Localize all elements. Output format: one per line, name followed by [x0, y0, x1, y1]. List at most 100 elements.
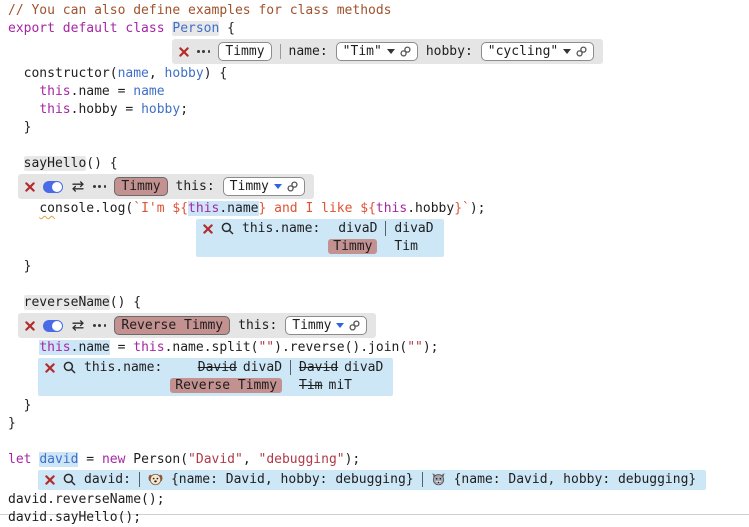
example-button-label: Timmy — [121, 179, 160, 194]
code-token: hobby — [141, 102, 180, 117]
run1-value: {name: David, hobby: debugging} — [171, 472, 414, 487]
code-token: }` — [454, 201, 470, 216]
code-token: constructor( — [8, 66, 118, 81]
more-options-icon[interactable] — [93, 185, 106, 188]
old-value: David — [198, 360, 237, 375]
code-token: ${ — [172, 201, 188, 216]
magnifier-icon[interactable] — [63, 473, 76, 486]
link-icon[interactable] — [349, 320, 360, 331]
code-line: } — [8, 397, 749, 415]
code-token: "David" — [188, 452, 243, 467]
reversename-value-tooltip: this.name: David divaD David divaD Rever… — [38, 358, 393, 396]
run-separator — [139, 472, 140, 487]
reversename-example-widget: Reverse Timmy this: Timmy — [18, 313, 376, 338]
more-options-icon[interactable] — [93, 324, 106, 327]
close-icon[interactable] — [203, 224, 213, 234]
run-separator — [385, 221, 386, 236]
code-line — [8, 276, 749, 294]
expression-label: this.name: — [84, 360, 162, 375]
enabled-toggle[interactable] — [43, 320, 63, 332]
code-token: { — [219, 21, 235, 36]
swap-arrows-icon[interactable] — [71, 320, 85, 331]
link-icon[interactable] — [576, 46, 587, 57]
hobby-param-label: hobby: — [426, 44, 473, 59]
this-value-dropdown[interactable]: Timmy — [285, 316, 367, 335]
insert-line: this.name: divaD divaD Timmy Tim — [8, 218, 749, 258]
divider — [280, 44, 281, 59]
run2-value: David divaD — [299, 360, 383, 375]
code-token: this — [39, 102, 70, 117]
run1-value: divaD — [338, 221, 377, 236]
magnifier-icon[interactable] — [221, 222, 234, 235]
code-token: .name — [219, 201, 258, 216]
dropdown-value: Timmy — [292, 318, 331, 333]
example-button-timmy[interactable]: Timmy — [114, 177, 167, 196]
this-param-label: this: — [238, 318, 277, 333]
code-line — [8, 433, 749, 451]
dropdown-value: "cycling" — [488, 44, 558, 59]
swap-arrows-icon[interactable] — [71, 181, 85, 192]
code-editor: // You can also define examples for clas… — [0, 0, 749, 515]
close-icon[interactable] — [179, 47, 189, 57]
code-token: this — [133, 340, 164, 355]
magnifier-icon[interactable] — [63, 361, 76, 374]
code-token: let — [8, 452, 39, 467]
code-line: constructor(name, hobby) { — [8, 65, 749, 83]
code-line: david.sayHello(); — [8, 509, 749, 527]
run2-value: divaD — [394, 221, 433, 236]
old-value: David — [299, 360, 338, 375]
code-line: } — [8, 258, 749, 276]
code-token: Person( — [125, 452, 188, 467]
insert-line: Timmy this: Timmy — [8, 173, 749, 200]
close-icon[interactable] — [45, 363, 55, 373]
chevron-down-icon — [563, 49, 571, 54]
code-token — [8, 295, 24, 310]
close-icon[interactable] — [25, 182, 35, 192]
code-token — [8, 201, 39, 216]
code-token: , — [243, 452, 259, 467]
name-value-dropdown[interactable]: "Tim" — [336, 42, 418, 61]
code-token: name — [133, 84, 164, 99]
new-value: divaD — [344, 360, 383, 375]
enabled-toggle[interactable] — [43, 181, 63, 193]
code-token: sayHello — [24, 156, 87, 171]
new-value: miT — [329, 378, 352, 393]
code-area: // You can also define examples for clas… — [0, 0, 749, 527]
close-icon[interactable] — [45, 475, 55, 485]
link-icon[interactable] — [400, 46, 411, 57]
close-icon[interactable] — [25, 321, 35, 331]
code-token: "" — [407, 340, 423, 355]
code-token: ).reverse().join( — [274, 340, 407, 355]
code-token: } — [8, 398, 31, 413]
code-token: export default class — [8, 21, 172, 36]
code-token: } — [8, 416, 16, 431]
more-options-icon[interactable] — [197, 50, 210, 53]
code-line: } — [8, 415, 749, 433]
code-line: // You can also define examples for clas… — [8, 2, 749, 20]
code-line: console.log(`I'm ${this.name} and I like… — [8, 200, 749, 218]
link-icon[interactable] — [287, 181, 298, 192]
code-line: this.name = name — [8, 83, 749, 101]
code-token: "" — [258, 340, 274, 355]
code-line: reverseName() { — [8, 294, 749, 312]
name-param-label: name: — [289, 44, 328, 59]
code-token — [8, 156, 24, 171]
code-token — [8, 102, 39, 117]
expression-label: this.name: — [242, 221, 320, 236]
code-line: this.name = this.name.split("").reverse(… — [8, 339, 749, 357]
this-value-dropdown[interactable]: Timmy — [223, 177, 305, 196]
code-token: ); — [470, 201, 486, 216]
code-line: export default class Person { — [8, 20, 749, 38]
code-token: and I like — [266, 201, 360, 216]
class-example-widget: Timmy name: "Tim" hobby: "cycling" — [172, 39, 603, 64]
example-button-timmy[interactable]: Timmy — [218, 42, 271, 61]
sayhello-example-widget: Timmy this: Timmy — [18, 174, 314, 199]
dropdown-value: "Tim" — [343, 44, 382, 59]
run-separator — [422, 472, 423, 487]
hobby-value-dropdown[interactable]: "cycling" — [481, 42, 594, 61]
expression-label: david: — [84, 472, 131, 487]
example-button-reverse-timmy[interactable]: Reverse Timmy — [114, 316, 230, 335]
insert-line: david: {name: David, hobby: debugging} {… — [8, 469, 749, 491]
example-button-label: Timmy — [225, 44, 264, 59]
code-token: hobby — [165, 66, 204, 81]
